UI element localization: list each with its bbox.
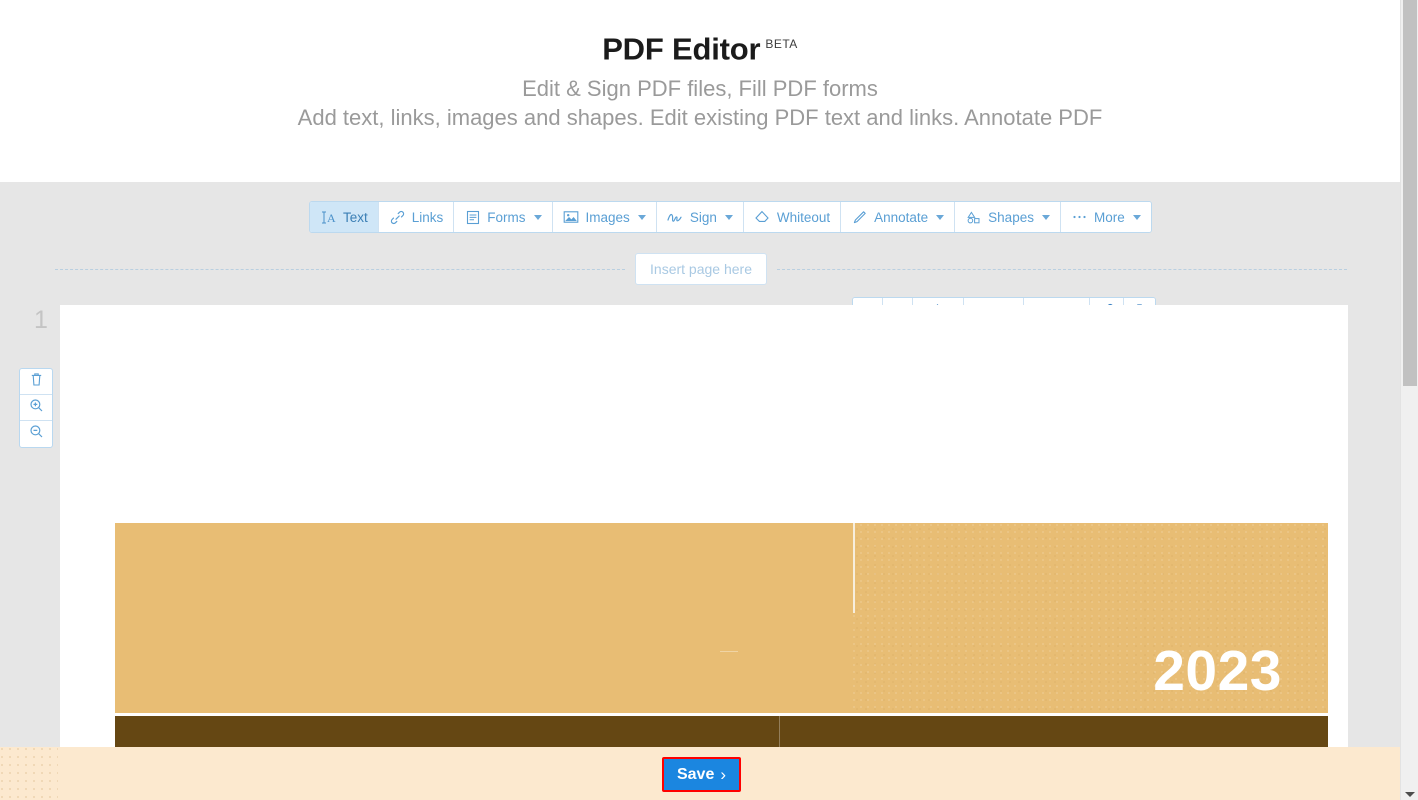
divider-line-right: [776, 268, 1347, 270]
page-title: PDF Editor BETA: [0, 0, 1400, 67]
insert-page-button[interactable]: Insert page here: [635, 253, 767, 285]
link-icon: [389, 209, 406, 226]
chevron-down-icon: [533, 214, 542, 220]
chevron-down-icon: [637, 214, 646, 220]
page-side-tools: [19, 368, 53, 448]
editor-workspace: A Text Links Forms Images Sign Whiteout …: [0, 182, 1400, 800]
chevron-down-icon: [724, 214, 733, 220]
toolbar-item-annotate[interactable]: Annotate: [841, 202, 956, 232]
pdf-page-canvas[interactable]: 2023 日曜日 月曜日 火曜日 水曜日 木曜日 金曜日 土曜日: [60, 305, 1348, 800]
chevron-right-icon: ›: [720, 765, 727, 784]
toolbar-item-links[interactable]: Links: [378, 202, 455, 232]
toolbar-item-shapes-label: Shapes: [988, 209, 1034, 225]
chevron-down-icon: [936, 214, 945, 220]
subtitle-line-1: Edit & Sign PDF files, Fill PDF forms: [522, 76, 878, 102]
toolbar-item-images-label: Images: [585, 209, 630, 225]
zoom-out-button[interactable]: [20, 421, 52, 447]
toolbar-item-sign[interactable]: Sign: [656, 202, 744, 232]
svg-text:A: A: [327, 211, 336, 225]
toolbar-item-images[interactable]: Images: [552, 202, 657, 232]
scrollbar-thumb[interactable]: [1403, 0, 1417, 386]
page-title-text: PDF Editor: [602, 31, 761, 67]
chevron-down-icon: [1132, 214, 1141, 220]
toolbar-item-sign-label: Sign: [689, 209, 717, 225]
chevron-down-icon: [1041, 214, 1050, 220]
vertical-scrollbar[interactable]: [1400, 0, 1418, 800]
footer-texture: [0, 747, 58, 800]
toolbar-item-forms-label: Forms: [487, 209, 526, 225]
beta-badge: BETA: [765, 37, 798, 51]
divider-line-left: [55, 268, 626, 270]
scroll-down-arrow-icon[interactable]: [1405, 792, 1415, 797]
toolbar-item-more[interactable]: More: [1060, 202, 1151, 232]
toolbar-item-text[interactable]: A Text: [310, 202, 379, 232]
banner-guide-line: [720, 651, 738, 652]
ellipsis-icon: [1071, 209, 1088, 226]
app-root: PDF Editor BETA Edit & Sign PDF files, Fi…: [0, 0, 1418, 800]
editor-toolbar: A Text Links Forms Images Sign Whiteout …: [309, 201, 1152, 233]
insert-page-divider: Insert page here: [55, 252, 1347, 286]
text-cursor-a-icon: A: [320, 209, 337, 226]
image-icon: [563, 209, 580, 226]
trash-icon: [30, 372, 43, 392]
zoom-in-button[interactable]: [20, 395, 52, 421]
form-icon: [464, 209, 481, 226]
zoom-in-icon: [29, 398, 44, 418]
toolbar-item-shapes[interactable]: Shapes: [955, 202, 1061, 232]
toolbar-item-whiteout-label: Whiteout: [776, 209, 831, 225]
shapes-icon: [965, 209, 982, 226]
save-button-label: Save: [676, 765, 715, 783]
text-caret-line: [853, 523, 855, 613]
page-number-label: 1: [34, 306, 48, 334]
page-header: PDF Editor BETA Edit & Sign PDF files, Fi…: [0, 0, 1400, 182]
calendar-banner[interactable]: 2023: [115, 523, 1328, 713]
save-button[interactable]: Save ›: [662, 757, 741, 792]
whiteout-icon: [754, 209, 771, 226]
toolbar-item-annotate-label: Annotate: [874, 209, 929, 225]
pen-icon: [851, 209, 868, 226]
zoom-out-icon: [29, 424, 44, 444]
toolbar-item-text-label: Text: [343, 209, 368, 225]
calendar-year[interactable]: 2023: [1153, 641, 1282, 701]
toolbar-item-forms[interactable]: Forms: [454, 202, 553, 232]
toolbar-item-more-label: More: [1093, 209, 1125, 225]
subtitle-line-2: Add text, links, images and shapes. Edit…: [297, 105, 1103, 131]
delete-page-button[interactable]: [20, 369, 52, 395]
toolbar-item-whiteout[interactable]: Whiteout: [743, 202, 842, 232]
toolbar-item-links-label: Links: [411, 209, 444, 225]
signature-icon: [667, 209, 684, 226]
